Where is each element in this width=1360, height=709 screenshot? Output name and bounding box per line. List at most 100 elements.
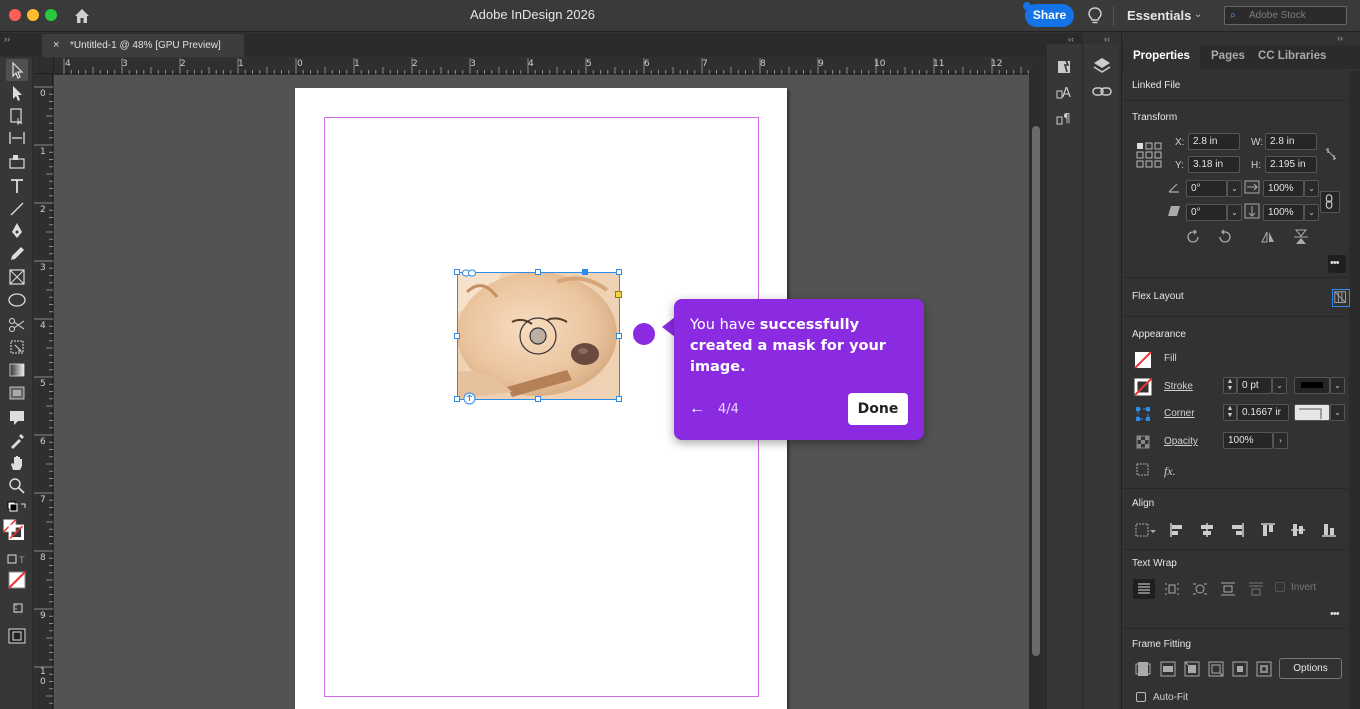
- resize-handle[interactable]: [616, 333, 622, 339]
- rotate-counterclockwise-icon[interactable]: [1216, 228, 1234, 246]
- stroke-type-select[interactable]: [1294, 377, 1330, 394]
- collapse-panel-icon[interactable]: ››: [1337, 33, 1343, 43]
- stroke-weight-field[interactable]: 0 pt: [1237, 377, 1272, 394]
- constrain-scale-link-icon[interactable]: [1320, 191, 1340, 213]
- stroke-none-swatch-icon[interactable]: [1134, 378, 1152, 396]
- layers-icon[interactable]: [1091, 55, 1113, 77]
- stroke-weight-stepper[interactable]: ▲ ▼: [1223, 377, 1237, 394]
- flip-horizontal-icon[interactable]: [1259, 228, 1277, 246]
- fill-none-swatch-icon[interactable]: [1134, 351, 1152, 369]
- resize-handle[interactable]: [454, 333, 460, 339]
- center-content-icon[interactable]: [1231, 660, 1249, 678]
- hand-tool-icon[interactable]: [6, 452, 28, 474]
- flip-vertical-icon[interactable]: [1292, 228, 1310, 246]
- linked-file-section-title[interactable]: Linked File: [1132, 80, 1180, 91]
- zoom-tool-icon[interactable]: [6, 475, 28, 497]
- canvas-vertical-scrollbar[interactable]: [1029, 58, 1044, 709]
- lightbulb-icon[interactable]: [1086, 6, 1104, 26]
- pen-tool-icon[interactable]: [6, 220, 28, 242]
- effects-label[interactable]: fx.: [1164, 464, 1176, 479]
- fill-frame-proportionally-icon[interactable]: [1134, 660, 1152, 678]
- align-bottom-edges-icon[interactable]: [1320, 521, 1338, 539]
- anchored-object-icon[interactable]: [463, 392, 476, 405]
- links-panel-icon[interactable]: [1091, 80, 1113, 102]
- paragraph-styles-icon[interactable]: ¶: [1054, 107, 1076, 129]
- y-position-field[interactable]: 3.18 in: [1188, 156, 1240, 173]
- live-corner-handle[interactable]: [615, 291, 622, 298]
- corner-size-field[interactable]: 0.1667 ir: [1237, 404, 1289, 421]
- x-position-field[interactable]: 2.8 in: [1188, 133, 1240, 150]
- collapse-toolbar-icon[interactable]: ››: [4, 34, 10, 44]
- character-styles-icon[interactable]: A: [1054, 81, 1076, 103]
- type-tool-icon[interactable]: [6, 175, 28, 197]
- fill-stroke-swatch-icon[interactable]: [2, 518, 32, 548]
- corner-label[interactable]: Corner: [1164, 408, 1195, 419]
- fit-frame-to-content-icon[interactable]: [1183, 660, 1201, 678]
- resize-handle[interactable]: [582, 269, 588, 275]
- invert-checkbox[interactable]: [1275, 582, 1285, 592]
- adobe-stock-search-input[interactable]: ⌕ Adobe Stock: [1224, 6, 1347, 25]
- eyedropper-tool-icon[interactable]: [6, 430, 28, 452]
- gap-tool-icon[interactable]: [6, 127, 28, 149]
- gradient-feather-tool-icon[interactable]: [6, 382, 28, 404]
- object-effects-icon[interactable]: [1134, 461, 1152, 479]
- close-tab-icon[interactable]: ×: [53, 39, 59, 51]
- workspace-switcher[interactable]: Essentials: [1127, 8, 1191, 23]
- fit-content-to-frame-icon[interactable]: [1207, 660, 1225, 678]
- align-horizontal-centers-icon[interactable]: [1198, 521, 1216, 539]
- panel-scrollbar[interactable]: [1349, 71, 1360, 709]
- scale-y-field[interactable]: 100%: [1263, 204, 1304, 221]
- constrain-proportions-icon[interactable]: [1322, 145, 1340, 163]
- resize-handle[interactable]: [454, 269, 460, 275]
- height-field[interactable]: 2.195 in: [1265, 156, 1317, 173]
- opacity-field[interactable]: 100%: [1223, 432, 1273, 449]
- jump-object-icon[interactable]: [1219, 580, 1237, 598]
- collapse-strip-icon[interactable]: ‹‹: [1068, 34, 1074, 44]
- note-tool-icon[interactable]: [6, 407, 28, 429]
- line-tool-icon[interactable]: [6, 198, 28, 220]
- tab-pages[interactable]: Pages: [1211, 50, 1245, 62]
- tab-properties[interactable]: Properties: [1133, 50, 1190, 62]
- stroke-type-dropdown[interactable]: ⌄: [1330, 377, 1345, 394]
- links-icon[interactable]: [1054, 55, 1076, 77]
- resize-handle[interactable]: [616, 396, 622, 402]
- frame-fitting-options-button[interactable]: Options: [1279, 658, 1342, 679]
- pencil-tool-icon[interactable]: [6, 243, 28, 265]
- share-button[interactable]: Share: [1025, 4, 1074, 27]
- width-field[interactable]: 2.8 in: [1265, 133, 1317, 150]
- reference-point-icon[interactable]: [1136, 142, 1162, 168]
- chevron-down-icon[interactable]: ⌄: [1194, 9, 1202, 20]
- rotate-clockwise-icon[interactable]: [1184, 228, 1202, 246]
- link-icon[interactable]: [462, 268, 476, 277]
- scale-x-dropdown[interactable]: ⌄: [1304, 180, 1319, 197]
- apply-none-icon[interactable]: [6, 569, 28, 591]
- resize-handle[interactable]: [535, 269, 541, 275]
- page-tool-icon[interactable]: [6, 105, 28, 127]
- free-transform-tool-icon[interactable]: [6, 336, 28, 358]
- vertical-ruler[interactable]: 0 1 2 3 4 5 6 7 8 9 1 0: [34, 74, 53, 709]
- scale-x-field[interactable]: 100%: [1263, 180, 1304, 197]
- align-left-edges-icon[interactable]: [1168, 521, 1186, 539]
- resize-handle[interactable]: [535, 396, 541, 402]
- jump-to-next-column-icon[interactable]: [1247, 580, 1265, 598]
- align-vertical-centers-icon[interactable]: [1289, 521, 1307, 539]
- back-arrow-icon[interactable]: ←: [689, 400, 705, 418]
- text-wrap-more-icon[interactable]: •••: [1330, 608, 1340, 620]
- stroke-weight-dropdown[interactable]: ⌄: [1272, 377, 1287, 394]
- more-options-button[interactable]: •••: [1328, 255, 1346, 273]
- content-aware-fit-icon[interactable]: [1255, 660, 1273, 678]
- direct-selection-tool-icon[interactable]: [6, 82, 28, 104]
- resize-handle[interactable]: [454, 396, 460, 402]
- auto-fit-checkbox[interactable]: [1136, 692, 1146, 702]
- corner-options-icon[interactable]: [1134, 405, 1152, 423]
- wrap-around-object-shape-icon[interactable]: [1191, 580, 1209, 598]
- scale-y-dropdown[interactable]: ⌄: [1304, 204, 1319, 221]
- opacity-slider-toggle[interactable]: ›: [1273, 432, 1288, 449]
- corner-shape-select[interactable]: [1294, 404, 1330, 421]
- rotation-dropdown[interactable]: ⌄: [1227, 180, 1242, 197]
- corner-size-stepper[interactable]: ▲ ▼: [1223, 404, 1237, 421]
- fit-content-proportionally-icon[interactable]: [1159, 660, 1177, 678]
- align-right-edges-icon[interactable]: [1228, 521, 1246, 539]
- screen-mode-icon[interactable]: ⋮: [6, 597, 28, 619]
- tab-cc-libraries[interactable]: CC Libraries: [1258, 50, 1326, 62]
